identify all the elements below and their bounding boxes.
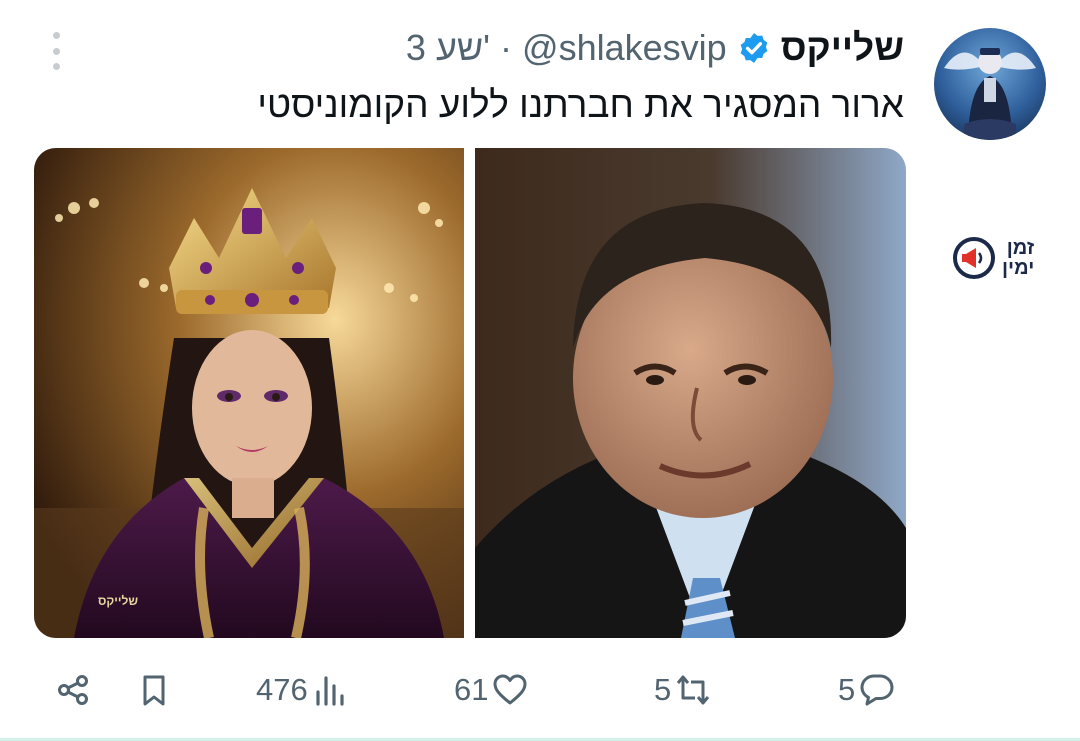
likes-count: 61 bbox=[454, 672, 489, 707]
views-count: 476 bbox=[256, 672, 308, 707]
image-queen[interactable]: שלייקס bbox=[34, 148, 464, 638]
tweet-text: ארור המסגיר את חברתנו ללוע הקומוניסטי bbox=[257, 84, 904, 125]
bookmark-button[interactable] bbox=[136, 668, 172, 712]
clock-megaphone-icon bbox=[953, 237, 995, 279]
user-handle[interactable]: @shlakesvip bbox=[522, 27, 727, 69]
replies-count: 5 bbox=[838, 672, 856, 707]
timestamp[interactable]: 3 שע' bbox=[406, 27, 490, 69]
display-name[interactable]: שלייקס bbox=[781, 27, 904, 69]
like-button[interactable]: 61 bbox=[454, 668, 528, 712]
avatar[interactable] bbox=[934, 28, 1046, 140]
logo-line-2: ימין bbox=[1002, 257, 1035, 279]
image-watermark: שלייקס bbox=[98, 594, 138, 608]
retweets-count: 5 bbox=[654, 672, 672, 707]
more-dot-icon bbox=[52, 32, 60, 39]
retweet-icon bbox=[677, 675, 710, 705]
reply-button[interactable]: 5 bbox=[838, 668, 895, 712]
channel-logo-text: זמן ימין bbox=[1002, 238, 1034, 278]
more-dot-icon bbox=[52, 47, 60, 55]
logo-line-1: זמן bbox=[1006, 237, 1035, 259]
bookmark-icon bbox=[143, 675, 165, 706]
share-icon bbox=[58, 675, 88, 705]
tweet-media: שלייקס bbox=[34, 148, 906, 638]
share-button[interactable] bbox=[55, 668, 91, 712]
image-man-portrait[interactable] bbox=[475, 148, 906, 638]
retweet-button[interactable]: 5 bbox=[654, 668, 711, 712]
tweet-header: שלייקס @shlakesvip · 3 שע' bbox=[406, 26, 904, 70]
heart-icon bbox=[493, 674, 527, 705]
verified-badge-icon bbox=[740, 33, 768, 63]
views-chart-icon bbox=[316, 676, 344, 706]
more-dot-icon bbox=[52, 63, 60, 70]
views-button[interactable]: 476 bbox=[256, 668, 348, 712]
reply-bubble-icon bbox=[860, 674, 894, 706]
tweet: שלייקס @shlakesvip · 3 שע' ארור המסגיר א… bbox=[0, 0, 1080, 741]
channel-logo: זמן ימין bbox=[952, 232, 1048, 284]
more-options-button[interactable] bbox=[44, 32, 68, 70]
separator: · bbox=[500, 27, 513, 68]
